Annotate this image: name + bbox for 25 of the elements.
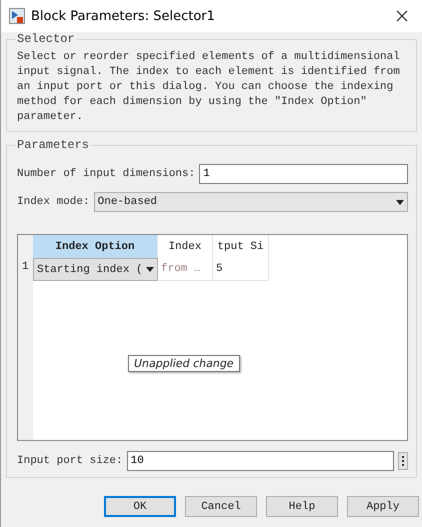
column-header[interactable]: Index Option [33, 235, 158, 258]
index-mode-dropdown[interactable]: One-based [94, 192, 408, 212]
dialog-button[interactable]: OK [104, 496, 176, 517]
block-icon [9, 8, 25, 24]
option-dropdown[interactable]: Starting index ( [33, 258, 158, 281]
caret-icon [396, 200, 404, 204]
tooltip: Unapplied change [128, 355, 240, 372]
field-label: Number of input dimensions: [17, 168, 196, 180]
caret-icon [146, 267, 154, 272]
dialog-button[interactable]: Cancel [185, 496, 257, 517]
group-title: Parameters [16, 138, 90, 152]
more-button[interactable] [398, 452, 408, 470]
table-cell: 5 [213, 258, 269, 281]
window-title: Block Parameters: Selector1 [31, 8, 216, 24]
description-text: Select or reorder specified elements of a multidimensional input signal. The index to each element is identified from an input port or this dialog. You can choose the indexing method for each dimension by using the "Index Option" parameter. [17, 50, 401, 125]
dialog-button[interactable]: Help [266, 496, 338, 517]
field-label: Index mode: [17, 196, 90, 208]
dimensions-field[interactable]: 1 [199, 164, 408, 184]
dialog-button[interactable]: Apply [347, 496, 419, 517]
port-size-field[interactable]: 10 [126, 451, 394, 471]
close-icon [396, 10, 408, 22]
row-number: 1 [22, 261, 29, 273]
field-label: Input port size: [17, 455, 123, 467]
table-cell: from … [158, 258, 213, 281]
group-title: Selector [16, 32, 76, 46]
